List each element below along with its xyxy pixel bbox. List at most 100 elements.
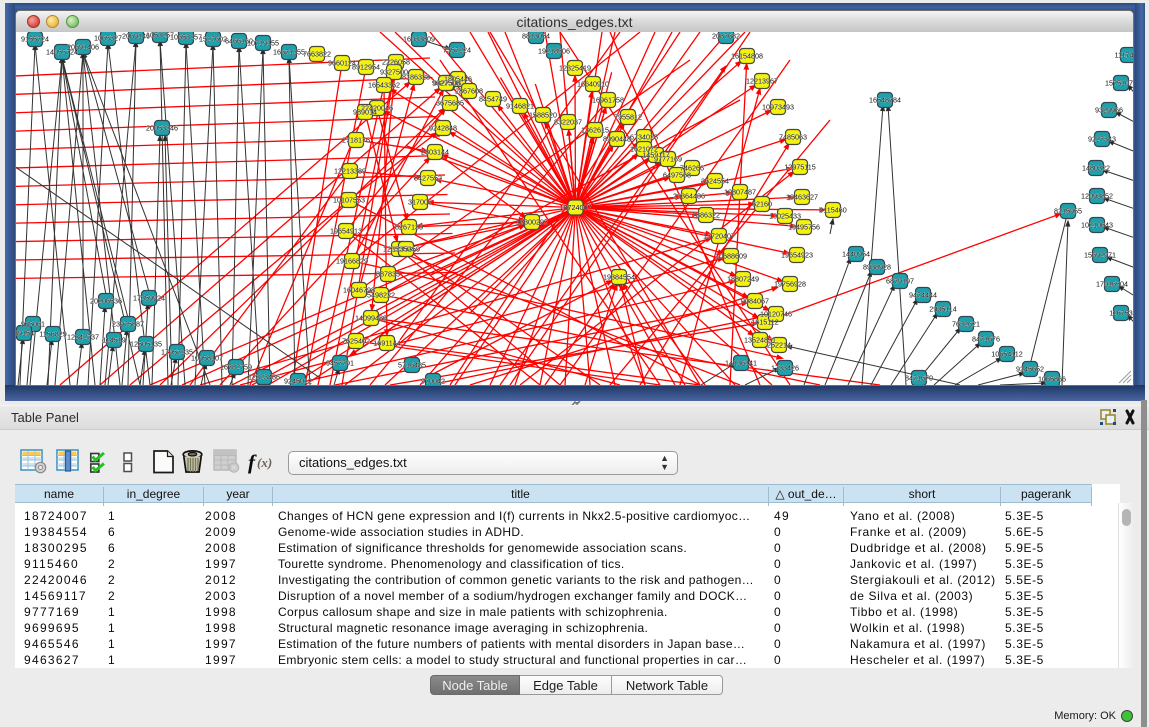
svg-text:5498222: 5498222 xyxy=(367,291,395,300)
svg-text:19166829: 19166829 xyxy=(336,257,368,266)
svg-text:12505135: 12505135 xyxy=(130,340,162,349)
svg-text:5716485: 5716485 xyxy=(398,361,426,370)
svg-text:17957235: 17957235 xyxy=(161,348,193,357)
svg-text:7485063: 7485063 xyxy=(779,133,807,142)
svg-text:18300295: 18300295 xyxy=(516,218,548,227)
svg-text:12323486: 12323486 xyxy=(248,373,280,382)
svg-text:1733426: 1733426 xyxy=(771,364,799,373)
svg-text:8186328: 8186328 xyxy=(402,73,430,82)
svg-text:116753: 116753 xyxy=(1109,309,1132,318)
svg-text:746266: 746266 xyxy=(680,164,704,173)
svg-text:2935114: 2935114 xyxy=(929,305,956,314)
svg-text:39154: 39154 xyxy=(16,329,34,338)
svg-text:10807487: 10807487 xyxy=(724,188,756,197)
svg-text:12325419: 12325419 xyxy=(559,64,591,73)
svg-text:20364436: 20364436 xyxy=(673,192,705,201)
svg-text:19654913: 19654913 xyxy=(330,227,362,236)
svg-text:12342737: 12342737 xyxy=(67,333,99,342)
svg-text:10025433: 10025433 xyxy=(769,212,801,221)
svg-text:8912954: 8912954 xyxy=(352,63,380,72)
svg-text:10688609: 10688609 xyxy=(715,252,747,261)
svg-text:16033809: 16033809 xyxy=(403,35,435,44)
svg-text:9227343: 9227343 xyxy=(1088,135,1116,144)
svg-text:15720407: 15720407 xyxy=(703,232,735,241)
svg-text:12975115: 12975115 xyxy=(784,163,815,172)
svg-text:9474444: 9474444 xyxy=(909,291,937,300)
svg-text:17016504: 17016504 xyxy=(1096,280,1128,289)
svg-text:3675685: 3675685 xyxy=(436,99,464,108)
svg-text:1527602: 1527602 xyxy=(199,35,227,44)
svg-text:9084067: 9084067 xyxy=(741,297,769,306)
svg-text:9327508: 9327508 xyxy=(432,79,460,88)
svg-text:18724007: 18724007 xyxy=(560,203,592,212)
svg-text:9155724: 9155724 xyxy=(21,35,49,44)
svg-text:6734028: 6734028 xyxy=(630,133,658,142)
svg-text:8471670: 8471670 xyxy=(905,374,933,383)
svg-text:8215955: 8215955 xyxy=(1054,207,1082,216)
svg-text:1362615: 1362615 xyxy=(581,126,609,135)
svg-text:9115460: 9115460 xyxy=(819,206,846,215)
svg-text:9146821: 9146821 xyxy=(506,102,534,111)
svg-text:1588520: 1588520 xyxy=(529,111,557,120)
svg-text:8813054: 8813054 xyxy=(522,32,550,41)
svg-text:8938928: 8938928 xyxy=(863,263,891,272)
svg-text:8990448: 8990448 xyxy=(603,135,631,144)
svg-text:3624554: 3624554 xyxy=(701,177,729,186)
svg-text:16782759: 16782759 xyxy=(220,363,252,372)
svg-text:887833: 887833 xyxy=(376,270,400,279)
svg-text:2718176: 2718176 xyxy=(342,136,370,145)
svg-text:2226058: 2226058 xyxy=(382,58,410,67)
svg-text:1480322: 1480322 xyxy=(1082,164,1110,173)
svg-text:252214: 252214 xyxy=(767,341,791,350)
svg-text:f: f xyxy=(248,450,257,474)
svg-text:9457791: 9457791 xyxy=(326,359,354,368)
svg-text:10120746: 10120746 xyxy=(760,310,792,319)
svg-text:1691144: 1691144 xyxy=(373,339,400,348)
svg-text:7955812: 7955812 xyxy=(614,113,642,122)
svg-text:8454749: 8454749 xyxy=(479,95,507,104)
svg-text:14099489: 14099489 xyxy=(355,314,387,323)
svg-text:16640910: 16640910 xyxy=(577,80,609,89)
svg-text:10719155: 10719155 xyxy=(247,39,279,48)
svg-text:19756928: 19756928 xyxy=(774,280,806,289)
svg-text:8471676: 8471676 xyxy=(972,335,1000,344)
svg-text:970042: 970042 xyxy=(421,377,445,386)
svg-text:1156829: 1156829 xyxy=(39,330,66,339)
svg-text:10653257: 10653257 xyxy=(170,33,202,42)
svg-text:16671355: 16671355 xyxy=(273,48,305,57)
svg-text:7625402: 7625402 xyxy=(342,337,370,346)
svg-text:10958107: 10958107 xyxy=(191,354,223,363)
svg-text:(x): (x) xyxy=(257,455,272,470)
svg-text:18807249: 18807249 xyxy=(727,275,759,284)
svg-text:16548784: 16548784 xyxy=(869,96,901,105)
svg-text:16961758: 16961758 xyxy=(592,96,624,105)
svg-text:9245012: 9245012 xyxy=(284,377,312,386)
svg-text:19654923: 19654923 xyxy=(781,251,813,260)
svg-text:20691406: 20691406 xyxy=(67,43,99,52)
svg-text:15751074: 15751074 xyxy=(1105,79,1133,88)
svg-text:12213967: 12213967 xyxy=(746,77,778,86)
svg-text:2087682: 2087682 xyxy=(712,32,740,41)
svg-text:1615112: 1615112 xyxy=(751,318,778,327)
svg-text:6879197: 6879197 xyxy=(886,277,914,286)
svg-text:8322037: 8322037 xyxy=(554,118,582,127)
svg-text:23975887: 23975887 xyxy=(112,320,144,329)
svg-text:10654112: 10654112 xyxy=(991,350,1022,359)
svg-text:935061: 935061 xyxy=(21,320,45,329)
svg-text:15692971: 15692971 xyxy=(1084,251,1116,260)
svg-text:1065327: 1065327 xyxy=(94,34,122,43)
svg-text:20053346: 20053346 xyxy=(146,124,178,133)
svg-text:7663822: 7663822 xyxy=(303,50,331,59)
svg-text:989014: 989014 xyxy=(353,108,377,117)
svg-text:8427552: 8427552 xyxy=(414,174,442,183)
svg-text:14136141: 14136141 xyxy=(725,359,757,368)
svg-text:9329966: 9329966 xyxy=(1095,106,1123,115)
svg-text:10210643: 10210643 xyxy=(1081,221,1113,230)
svg-text:114519: 114519 xyxy=(102,336,125,345)
svg-text:19218506: 19218506 xyxy=(538,47,570,56)
svg-text:7632621: 7632621 xyxy=(952,320,980,329)
svg-text:1117404: 1117404 xyxy=(1115,51,1133,60)
svg-text:9245652: 9245652 xyxy=(1016,365,1044,374)
svg-text:19463627: 19463627 xyxy=(786,193,818,202)
svg-text:1235359: 1235359 xyxy=(392,245,420,254)
